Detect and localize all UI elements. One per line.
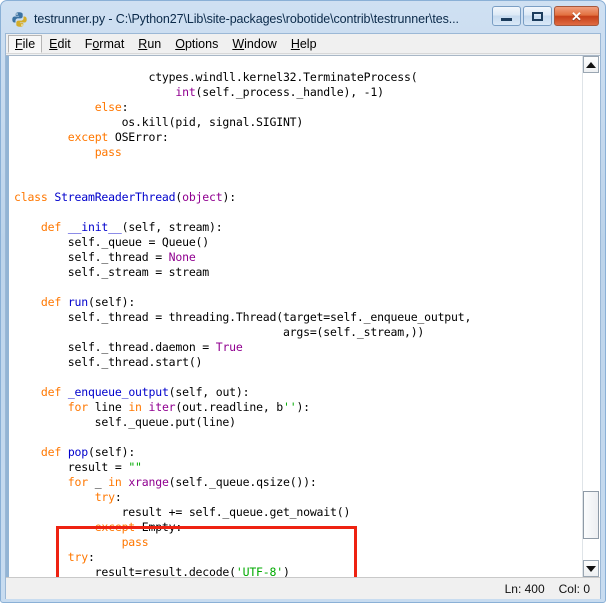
menu-item-edit[interactable]: Edit bbox=[42, 35, 78, 53]
idle-editor-window: testrunner.py - C:\Python27\Lib\site-pac… bbox=[0, 0, 606, 603]
minimize-button[interactable] bbox=[492, 6, 521, 26]
scrollbar-thumb[interactable] bbox=[583, 491, 599, 539]
title-bar[interactable]: testrunner.py - C:\Python27\Lib\site-pac… bbox=[5, 5, 601, 33]
menu-item-window[interactable]: Window bbox=[225, 35, 283, 53]
menu-item-file[interactable]: File bbox=[8, 34, 43, 53]
menu-item-help[interactable]: Help bbox=[284, 35, 324, 53]
window-client-area: File Edit Format Run Options Window Help… bbox=[5, 33, 601, 599]
minimize-icon bbox=[501, 17, 512, 21]
status-bar: Ln: 400 Col: 0 bbox=[6, 577, 600, 599]
maximize-button[interactable] bbox=[523, 6, 552, 26]
maximize-icon bbox=[532, 11, 543, 21]
menu-item-run[interactable]: Run bbox=[131, 35, 168, 53]
status-line-number: Ln: 400 bbox=[504, 581, 545, 596]
menu-item-options[interactable]: Options bbox=[168, 35, 225, 53]
scroll-down-button[interactable] bbox=[583, 560, 599, 577]
python-idle-icon bbox=[11, 11, 28, 28]
window-controls: ✕ bbox=[492, 6, 599, 26]
chevron-down-icon bbox=[586, 565, 596, 572]
close-button[interactable]: ✕ bbox=[554, 6, 599, 26]
source-code[interactable]: ctypes.windll.kernel32.TerminateProcess(… bbox=[14, 70, 471, 578]
editor-region: ctypes.windll.kernel32.TerminateProcess(… bbox=[6, 55, 600, 577]
menu-item-format[interactable]: Format bbox=[78, 35, 132, 53]
scroll-up-button[interactable] bbox=[583, 56, 599, 73]
code-editor[interactable]: ctypes.windll.kernel32.TerminateProcess(… bbox=[6, 56, 583, 577]
vertical-scrollbar[interactable] bbox=[582, 56, 600, 577]
menu-bar: File Edit Format Run Options Window Help bbox=[6, 34, 600, 54]
close-icon: ✕ bbox=[571, 8, 582, 24]
status-column-number: Col: 0 bbox=[558, 581, 590, 596]
window-title: testrunner.py - C:\Python27\Lib\site-pac… bbox=[34, 12, 459, 26]
chevron-up-icon bbox=[586, 61, 596, 68]
